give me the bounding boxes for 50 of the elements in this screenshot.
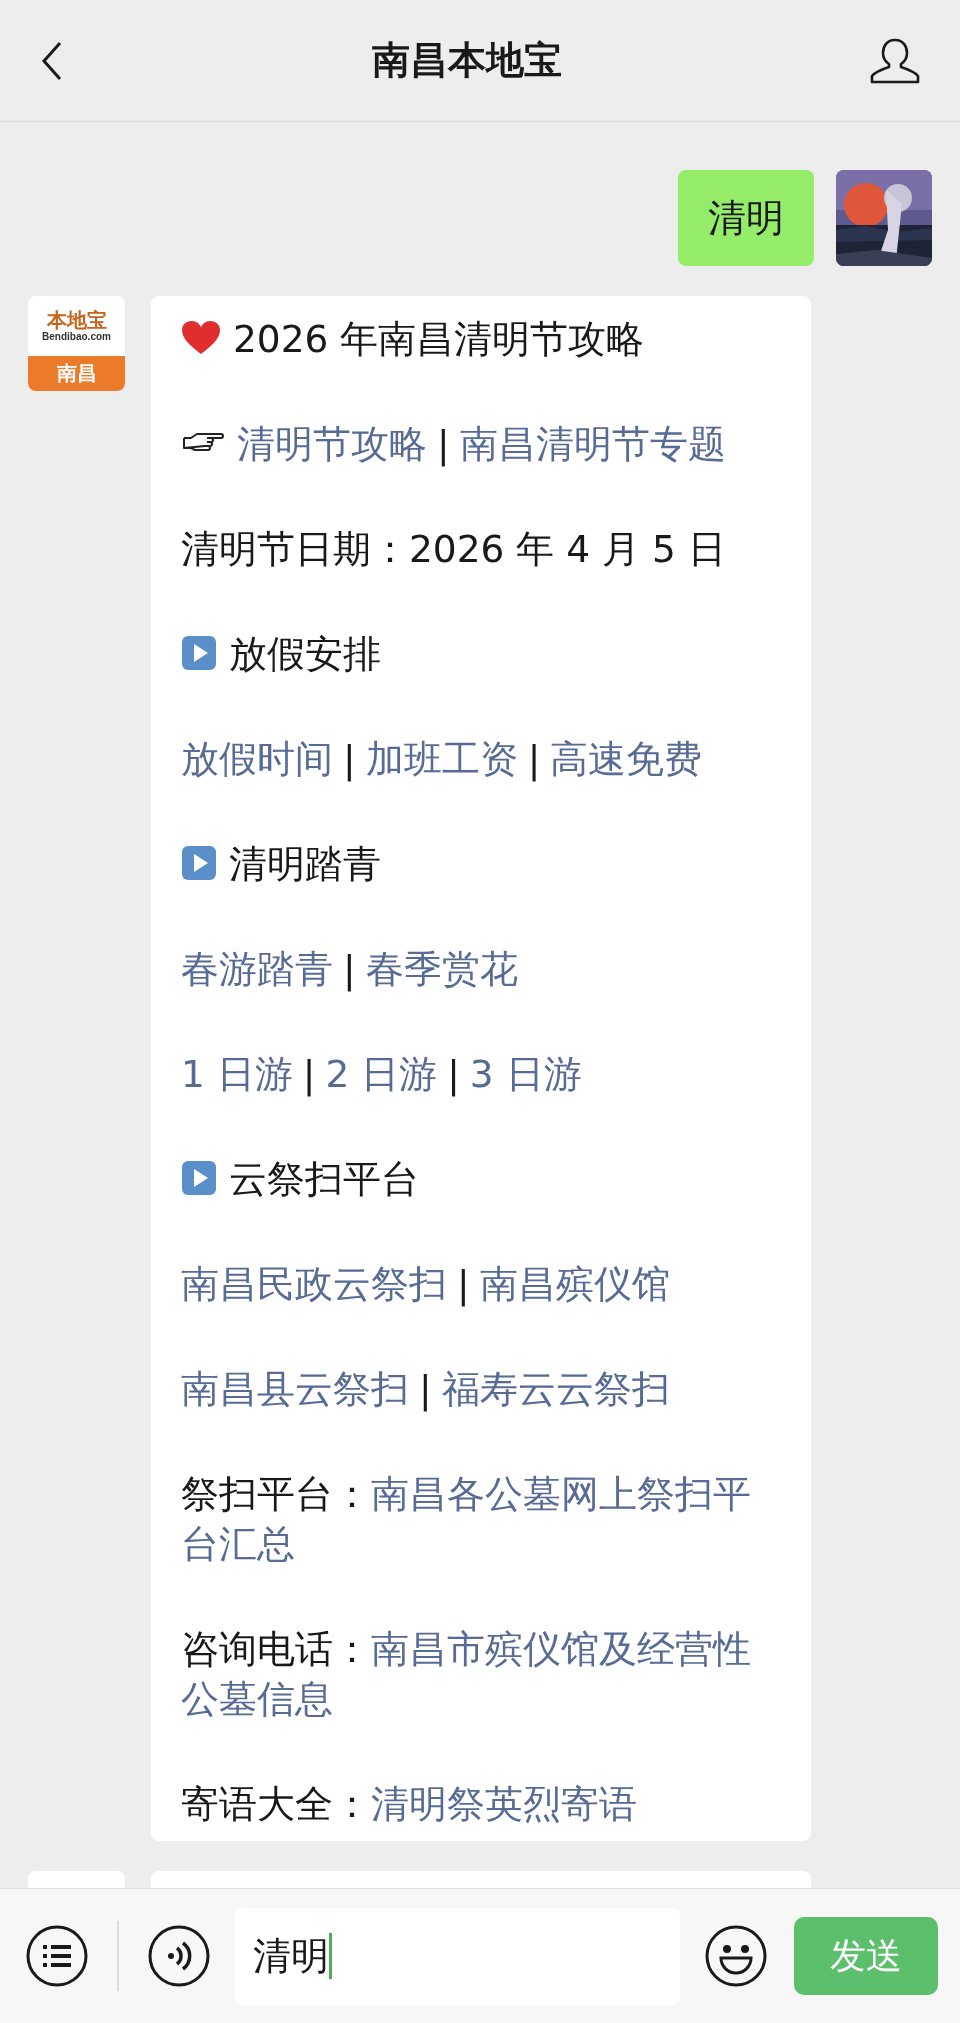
separator: | xyxy=(302,1052,316,1096)
separator: | xyxy=(419,1367,432,1411)
article-link[interactable]: 春季赏花 xyxy=(365,947,518,991)
article-link[interactable]: 清明祭英烈寄语 xyxy=(371,1782,637,1826)
back-icon[interactable] xyxy=(40,40,64,81)
person-icon[interactable] xyxy=(870,36,920,85)
separator: | xyxy=(343,947,356,991)
message-text: 寄语大全： xyxy=(181,1782,371,1826)
separator: | xyxy=(437,422,450,466)
voice-icon[interactable] xyxy=(147,1924,211,1988)
play-icon xyxy=(181,1159,217,1196)
play-icon xyxy=(181,634,217,671)
separator: | xyxy=(457,1262,470,1306)
message-text: 清明节日期：2026 年 4 月 5 日 xyxy=(181,527,726,571)
menu-icon[interactable] xyxy=(25,1924,89,1988)
article-link[interactable]: 南昌民政云祭扫 xyxy=(181,1262,447,1306)
heart-icon xyxy=(181,319,221,356)
message-text: 清明踏青 xyxy=(229,842,381,886)
article-link[interactable]: 春游踏青 xyxy=(181,947,333,991)
article-link[interactable]: 加班工资 xyxy=(365,737,518,781)
article-link[interactable]: 南昌市殡仪馆及经营性 xyxy=(371,1627,751,1671)
article-link[interactable]: 南昌各公墓网上祭扫平 xyxy=(371,1472,751,1516)
article-link[interactable]: 3 日游 xyxy=(469,1052,582,1096)
message-input[interactable]: 清明 xyxy=(235,1907,680,2005)
article-link[interactable]: 清明节攻略 xyxy=(237,422,427,466)
message-text: 咨询电话： xyxy=(181,1627,371,1671)
separator: | xyxy=(343,737,356,781)
article-link[interactable]: 南昌清明节专题 xyxy=(459,422,726,466)
message-text: 放假安排 xyxy=(229,632,381,676)
message-title: 2026 年南昌清明节攻略 xyxy=(233,317,645,361)
logo-domain: Bendibao.com xyxy=(42,331,111,343)
message-text: 祭扫平台： xyxy=(181,1472,371,1516)
logo-city: 南昌 xyxy=(28,356,125,391)
article-link[interactable]: 高速免费 xyxy=(550,737,703,781)
article-link[interactable]: 公墓信息 xyxy=(181,1677,333,1721)
sent-message: 清明 xyxy=(678,170,814,266)
chat-title: 南昌本地宝 xyxy=(372,37,562,84)
article-link[interactable]: 2 日游 xyxy=(325,1052,438,1096)
article-link[interactable]: 福寿云云祭扫 xyxy=(441,1367,670,1411)
logo-brand: 本地宝 xyxy=(46,309,107,331)
article-link[interactable]: 南昌殡仪馆 xyxy=(479,1262,670,1306)
article-link[interactable]: 南昌县云祭扫 xyxy=(181,1367,409,1411)
separator: | xyxy=(447,1052,460,1096)
emoji-icon[interactable] xyxy=(704,1924,768,1988)
separator: | xyxy=(527,737,541,781)
message-text: 云祭扫平台 xyxy=(229,1157,419,1201)
play-icon xyxy=(181,844,217,881)
article-link[interactable]: 放假时间 xyxy=(181,737,333,781)
article-link[interactable]: 台汇总 xyxy=(181,1522,295,1566)
article-link[interactable]: 1 日游 xyxy=(181,1052,293,1096)
